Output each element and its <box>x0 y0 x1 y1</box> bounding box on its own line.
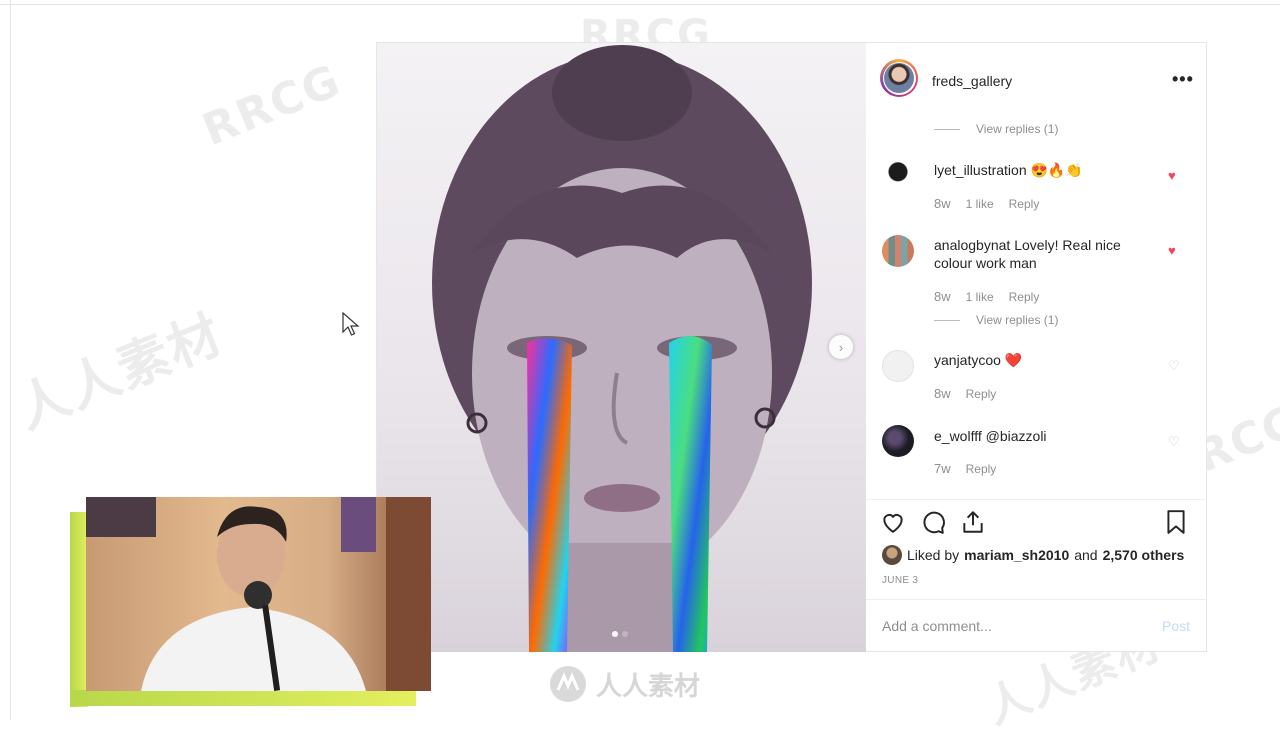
author-avatar[interactable] <box>880 59 918 97</box>
view-replies-link[interactable]: View replies (1) <box>934 122 1058 136</box>
webcam-presenter-image <box>86 497 431 691</box>
comment-avatar[interactable] <box>882 235 914 267</box>
carousel-dots <box>612 631 628 637</box>
portrait-illustration <box>432 45 812 652</box>
comment-body: ❤️ <box>1004 352 1023 368</box>
liked-by-prefix: Liked by <box>907 547 960 563</box>
comment-text: lyet_illustration 😍🔥👏 <box>934 161 1139 179</box>
comment-time: 8w <box>934 386 951 401</box>
post-comment-button[interactable]: Post <box>1162 618 1190 634</box>
post-sidebar: freds_gallery ••• View replies (1) lyet_… <box>866 43 1207 652</box>
comment-text: analogbynat Lovely! Real nice colour wor… <box>934 236 1139 272</box>
view-replies-link[interactable]: View replies (1) <box>934 313 1058 327</box>
comment-body: 😍🔥👏 <box>1030 162 1083 178</box>
comment-like-heart-icon[interactable]: ♥ <box>1168 243 1176 258</box>
watermark-rrcg: RRCG <box>195 54 349 157</box>
actions-divider <box>866 499 1207 500</box>
comment-text: e_wolfff @biazzoli <box>934 427 1139 445</box>
mouse-cursor-icon <box>342 312 360 336</box>
replies-line <box>934 128 960 130</box>
comment-meta: 7w Reply <box>934 461 996 476</box>
add-comment-input[interactable]: Add a comment... <box>882 618 992 634</box>
comment-reply-button[interactable]: Reply <box>966 462 997 476</box>
comment-text: yanjatycoo ❤️ <box>934 351 1139 369</box>
view-replies-label: View replies (1) <box>976 122 1059 136</box>
comment-reply-button[interactable]: Reply <box>1009 290 1040 304</box>
liked-by-user[interactable]: mariam_sh2010 <box>964 547 1069 563</box>
comment-likes[interactable]: 1 like <box>966 197 994 211</box>
liked-by: Liked by mariam_sh2010 and 2,570 others <box>882 545 1184 565</box>
logo-text: 人人素材 <box>596 671 701 702</box>
share-icon[interactable] <box>960 509 986 535</box>
bottom-logo-watermark: 人人素材 <box>548 664 700 704</box>
comment-reply-button[interactable]: Reply <box>966 387 997 401</box>
bookmark-icon[interactable] <box>1163 509 1189 535</box>
carousel-dot-active <box>612 631 618 637</box>
liked-by-others[interactable]: 2,570 others <box>1103 547 1185 563</box>
liked-by-and: and <box>1074 547 1098 563</box>
webcam-accent-bottom <box>70 690 416 706</box>
liked-by-avatar[interactable] <box>882 545 902 565</box>
comment-username[interactable]: lyet_illustration <box>934 162 1027 178</box>
post-date: JUNE 3 <box>882 575 919 586</box>
frame-line-left <box>10 0 11 720</box>
comment-like-heart-icon[interactable]: ♡ <box>1168 358 1180 374</box>
webcam-overlay <box>86 497 431 691</box>
replies-line <box>934 319 960 321</box>
comment-bubble-icon[interactable] <box>920 509 946 535</box>
like-heart-icon[interactable] <box>880 509 906 535</box>
comment-mention[interactable]: @biazzoli <box>986 428 1047 444</box>
comment-time: 8w <box>934 289 951 304</box>
carousel-next-button[interactable]: › <box>829 335 853 359</box>
more-options-icon[interactable]: ••• <box>1172 69 1194 90</box>
frame-line-top <box>0 4 1280 5</box>
comment-like-heart-icon[interactable]: ♥ <box>1168 168 1176 183</box>
watermark-cn: 人人素材 <box>8 304 232 441</box>
comment-username[interactable]: e_wolfff <box>934 428 982 444</box>
comment-meta: 8w 1 like Reply <box>934 196 1039 211</box>
post-header: freds_gallery ••• <box>866 43 1207 117</box>
comment-avatar[interactable] <box>882 425 914 457</box>
comment-reply-button[interactable]: Reply <box>1009 197 1040 211</box>
author-username[interactable]: freds_gallery <box>932 73 1012 89</box>
comment-like-heart-icon[interactable]: ♡ <box>1168 434 1180 450</box>
comment-meta: 8w Reply <box>934 386 996 401</box>
comment-time: 7w <box>934 461 951 476</box>
comment-avatar-default[interactable] <box>882 350 914 382</box>
post-actions <box>880 509 1200 539</box>
comment-likes[interactable]: 1 like <box>966 290 994 304</box>
post-card: › freds_gallery ••• View replies (1) lye… <box>376 42 1207 652</box>
comment-username[interactable]: analogbynat <box>934 237 1010 253</box>
carousel-dot <box>622 631 628 637</box>
post-image[interactable]: › <box>377 43 866 652</box>
comment-meta: 8w 1 like Reply <box>934 289 1039 304</box>
logo-icon <box>550 666 586 702</box>
comment-avatar[interactable] <box>882 159 914 191</box>
comment-divider <box>866 599 1207 600</box>
comment-username[interactable]: yanjatycoo <box>934 352 1001 368</box>
comment-time: 8w <box>934 196 951 211</box>
view-replies-label: View replies (1) <box>976 313 1059 327</box>
